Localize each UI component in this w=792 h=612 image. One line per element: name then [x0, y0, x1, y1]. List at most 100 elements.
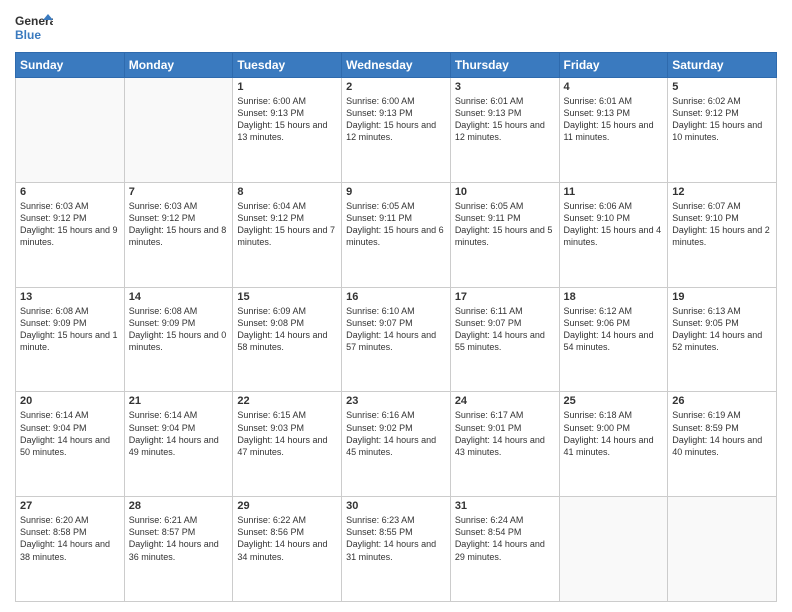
day-info: Sunrise: 6:15 AM Sunset: 9:03 PM Dayligh…: [237, 409, 337, 458]
calendar-cell: 28 Sunrise: 6:21 AM Sunset: 8:57 PM Dayli…: [124, 497, 233, 602]
calendar-cell: 26 Sunrise: 6:19 AM Sunset: 8:59 PM Dayli…: [668, 392, 777, 497]
calendar-cell: 15 Sunrise: 6:09 AM Sunset: 9:08 PM Dayli…: [233, 287, 342, 392]
day-info: Sunrise: 6:02 AM Sunset: 9:12 PM Dayligh…: [672, 95, 772, 144]
calendar-cell: 25 Sunrise: 6:18 AM Sunset: 9:00 PM Dayli…: [559, 392, 668, 497]
day-info: Sunrise: 6:19 AM Sunset: 8:59 PM Dayligh…: [672, 409, 772, 458]
calendar-cell: 14Sunrise: 6:08 AM Sunset: 9:09 PM Dayli…: [124, 287, 233, 392]
day-info: Sunrise: 6:14 AM Sunset: 9:04 PM Dayligh…: [20, 409, 120, 458]
calendar-cell: 9 Sunrise: 6:05 AM Sunset: 9:11 PM Daylig…: [342, 182, 451, 287]
calendar-header-wednesday: Wednesday: [342, 53, 451, 78]
day-number: 25: [564, 395, 664, 407]
calendar-cell: 6 Sunrise: 6:03 AM Sunset: 9:12 PM Daylig…: [16, 182, 125, 287]
calendar-cell: 8 Sunrise: 6:04 AM Sunset: 9:12 PM Daylig…: [233, 182, 342, 287]
day-number: 8: [237, 186, 337, 198]
day-info: Sunrise: 6:03 AM Sunset: 9:12 PM Dayligh…: [20, 200, 120, 249]
calendar-header-thursday: Thursday: [450, 53, 559, 78]
calendar-week-row: 6 Sunrise: 6:03 AM Sunset: 9:12 PM Daylig…: [16, 182, 777, 287]
calendar-header-friday: Friday: [559, 53, 668, 78]
day-number: 13: [20, 291, 120, 303]
day-number: 2: [346, 81, 446, 93]
day-number: 12: [672, 186, 772, 198]
day-number: 30: [346, 500, 446, 512]
day-info: Sunrise: 6:17 AM Sunset: 9:01 PM Dayligh…: [455, 409, 555, 458]
day-number: 17: [455, 291, 555, 303]
calendar-cell: 20Sunrise: 6:14 AM Sunset: 9:04 PM Dayli…: [16, 392, 125, 497]
day-number: 3: [455, 81, 555, 93]
day-info: Sunrise: 6:21 AM Sunset: 8:57 PM Dayligh…: [129, 514, 229, 563]
day-number: 9: [346, 186, 446, 198]
calendar-cell: 10Sunrise: 6:05 AM Sunset: 9:11 PM Dayli…: [450, 182, 559, 287]
day-info: Sunrise: 6:00 AM Sunset: 9:13 PM Dayligh…: [346, 95, 446, 144]
day-info: Sunrise: 6:13 AM Sunset: 9:05 PM Dayligh…: [672, 305, 772, 354]
calendar-cell: 23 Sunrise: 6:16 AM Sunset: 9:02 PM Dayli…: [342, 392, 451, 497]
day-info: Sunrise: 6:01 AM Sunset: 9:13 PM Dayligh…: [564, 95, 664, 144]
day-number: 24: [455, 395, 555, 407]
day-info: Sunrise: 6:08 AM Sunset: 9:09 PM Dayligh…: [129, 305, 229, 354]
day-info: Sunrise: 6:20 AM Sunset: 8:58 PM Dayligh…: [20, 514, 120, 563]
day-number: 27: [20, 500, 120, 512]
calendar-cell: 22 Sunrise: 6:15 AM Sunset: 9:03 PM Dayli…: [233, 392, 342, 497]
calendar-cell: 1Sunrise: 6:00 AM Sunset: 9:13 PM Daylig…: [233, 78, 342, 183]
calendar-cell: 12 Sunrise: 6:07 AM Sunset: 9:10 PM Dayli…: [668, 182, 777, 287]
day-number: 23: [346, 395, 446, 407]
day-number: 22: [237, 395, 337, 407]
calendar-cell: 16Sunrise: 6:10 AM Sunset: 9:07 PM Dayli…: [342, 287, 451, 392]
day-info: Sunrise: 6:07 AM Sunset: 9:10 PM Dayligh…: [672, 200, 772, 249]
calendar-cell: 11 Sunrise: 6:06 AM Sunset: 9:10 PM Dayli…: [559, 182, 668, 287]
calendar-table: SundayMondayTuesdayWednesdayThursdayFrid…: [15, 52, 777, 602]
calendar-header-tuesday: Tuesday: [233, 53, 342, 78]
day-info: Sunrise: 6:22 AM Sunset: 8:56 PM Dayligh…: [237, 514, 337, 563]
day-number: 29: [237, 500, 337, 512]
day-info: Sunrise: 6:00 AM Sunset: 9:13 PM Dayligh…: [237, 95, 337, 144]
logo: General Blue: [15, 10, 53, 46]
day-info: Sunrise: 6:05 AM Sunset: 9:11 PM Dayligh…: [346, 200, 446, 249]
calendar-cell: 3 Sunrise: 6:01 AM Sunset: 9:13 PM Daylig…: [450, 78, 559, 183]
calendar-cell: 27 Sunrise: 6:20 AM Sunset: 8:58 PM Dayli…: [16, 497, 125, 602]
day-info: Sunrise: 6:18 AM Sunset: 9:00 PM Dayligh…: [564, 409, 664, 458]
calendar-cell: 2 Sunrise: 6:00 AM Sunset: 9:13 PM Daylig…: [342, 78, 451, 183]
calendar-cell: 31 Sunrise: 6:24 AM Sunset: 8:54 PM Dayli…: [450, 497, 559, 602]
day-number: 11: [564, 186, 664, 198]
page: General Blue SundayMondayTuesdayWednesda…: [0, 0, 792, 612]
day-info: Sunrise: 6:06 AM Sunset: 9:10 PM Dayligh…: [564, 200, 664, 249]
calendar-cell: 18Sunrise: 6:12 AM Sunset: 9:06 PM Dayli…: [559, 287, 668, 392]
day-number: 21: [129, 395, 229, 407]
day-info: Sunrise: 6:05 AM Sunset: 9:11 PM Dayligh…: [455, 200, 555, 249]
calendar-header-row: SundayMondayTuesdayWednesdayThursdayFrid…: [16, 53, 777, 78]
day-number: 5: [672, 81, 772, 93]
day-info: Sunrise: 6:24 AM Sunset: 8:54 PM Dayligh…: [455, 514, 555, 563]
day-info: Sunrise: 6:09 AM Sunset: 9:08 PM Dayligh…: [237, 305, 337, 354]
day-number: 6: [20, 186, 120, 198]
day-number: 7: [129, 186, 229, 198]
calendar-week-row: 20Sunrise: 6:14 AM Sunset: 9:04 PM Dayli…: [16, 392, 777, 497]
day-number: 31: [455, 500, 555, 512]
day-number: 16: [346, 291, 446, 303]
day-info: Sunrise: 6:01 AM Sunset: 9:13 PM Dayligh…: [455, 95, 555, 144]
calendar-header-sunday: Sunday: [16, 53, 125, 78]
calendar-cell: [16, 78, 125, 183]
calendar-cell: 7 Sunrise: 6:03 AM Sunset: 9:12 PM Daylig…: [124, 182, 233, 287]
day-info: Sunrise: 6:16 AM Sunset: 9:02 PM Dayligh…: [346, 409, 446, 458]
calendar-cell: 5 Sunrise: 6:02 AM Sunset: 9:12 PM Daylig…: [668, 78, 777, 183]
day-info: Sunrise: 6:11 AM Sunset: 9:07 PM Dayligh…: [455, 305, 555, 354]
day-number: 15: [237, 291, 337, 303]
day-number: 26: [672, 395, 772, 407]
day-info: Sunrise: 6:08 AM Sunset: 9:09 PM Dayligh…: [20, 305, 120, 354]
day-info: Sunrise: 6:14 AM Sunset: 9:04 PM Dayligh…: [129, 409, 229, 458]
calendar-week-row: 27 Sunrise: 6:20 AM Sunset: 8:58 PM Dayli…: [16, 497, 777, 602]
calendar-header-saturday: Saturday: [668, 53, 777, 78]
calendar-cell: 17 Sunrise: 6:11 AM Sunset: 9:07 PM Dayli…: [450, 287, 559, 392]
calendar-cell: [124, 78, 233, 183]
calendar-header-monday: Monday: [124, 53, 233, 78]
day-number: 4: [564, 81, 664, 93]
day-info: Sunrise: 6:23 AM Sunset: 8:55 PM Dayligh…: [346, 514, 446, 563]
svg-text:Blue: Blue: [15, 28, 41, 42]
day-number: 19: [672, 291, 772, 303]
day-number: 28: [129, 500, 229, 512]
calendar-cell: 4 Sunrise: 6:01 AM Sunset: 9:13 PM Daylig…: [559, 78, 668, 183]
day-info: Sunrise: 6:04 AM Sunset: 9:12 PM Dayligh…: [237, 200, 337, 249]
calendar-cell: [559, 497, 668, 602]
day-info: Sunrise: 6:03 AM Sunset: 9:12 PM Dayligh…: [129, 200, 229, 249]
header: General Blue: [15, 10, 777, 46]
calendar-cell: 19 Sunrise: 6:13 AM Sunset: 9:05 PM Dayli…: [668, 287, 777, 392]
